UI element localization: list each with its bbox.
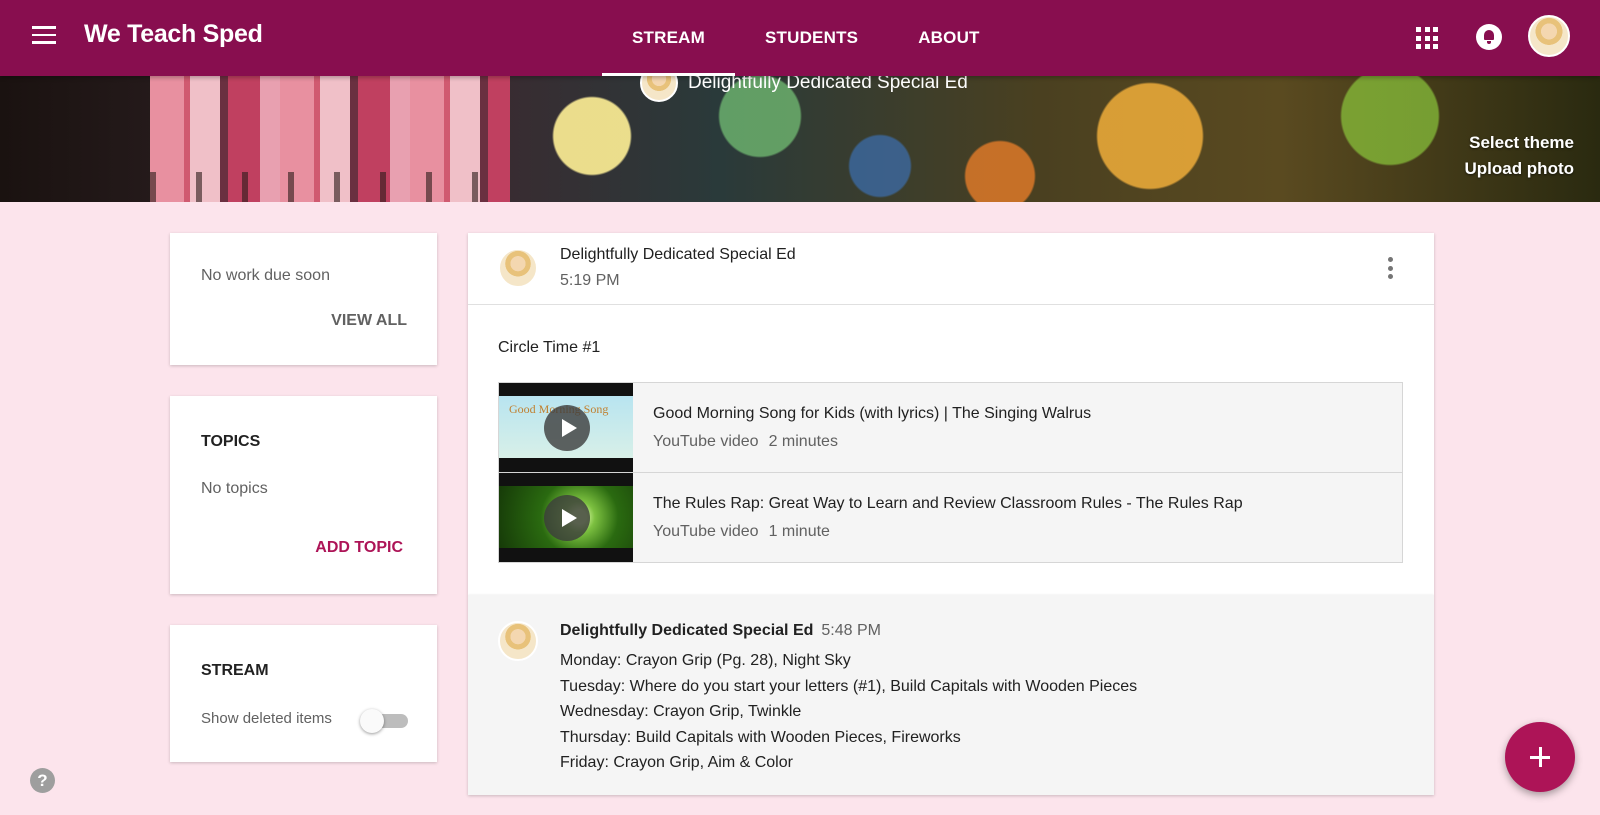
video-thumbnail [499, 383, 633, 472]
banner-links: Select theme Upload photo [1464, 130, 1574, 182]
banner-teacher-name: Delightfully Dedicated Special Ed [688, 76, 968, 93]
add-topic-button[interactable]: ADD TOPIC [315, 539, 403, 557]
post-time: 5:19 PM [560, 272, 620, 289]
no-work-due-text: No work due soon [201, 267, 330, 284]
tab-about[interactable]: ABOUT [888, 0, 1009, 76]
plus-icon[interactable] [1505, 722, 1575, 792]
bell-icon[interactable] [1476, 24, 1502, 50]
class-title[interactable]: We Teach Sped [84, 20, 263, 49]
post-author-avatar [498, 621, 538, 661]
post2-body: Monday: Crayon Grip (Pg. 28), Night Sky … [560, 648, 1137, 776]
apps-grid-icon[interactable] [1416, 27, 1438, 49]
post2-line: Friday: Crayon Grip, Aim & Color [560, 754, 793, 771]
more-vert-icon[interactable] [1388, 257, 1394, 279]
play-icon [544, 495, 590, 541]
post-author-avatar [498, 248, 538, 288]
class-banner: Delightfully Dedicated Special Ed Select… [0, 76, 1600, 202]
post-text: Circle Time #1 [498, 339, 601, 356]
post2-line: Thursday: Build Capitals with Wooden Pie… [560, 728, 961, 746]
post2-line: Tuesday: Where do you start your letters… [560, 677, 1138, 695]
toggle-knob [360, 709, 384, 733]
account-avatar[interactable] [1528, 15, 1570, 57]
topics-card: TOPICS No topics ADD TOPIC [170, 396, 437, 594]
select-theme-link[interactable]: Select theme [1464, 130, 1574, 156]
post2-author-line: Delightfully Dedicated Special Ed 5:48 PM [560, 622, 881, 640]
help-icon[interactable]: ? [30, 768, 55, 793]
attachment-title: Good Morning Song for Kids (with lyrics)… [653, 405, 1092, 422]
stream-post: Delightfully Dedicated Special Ed 5:19 P… [468, 233, 1434, 595]
no-topics-text: No topics [201, 480, 268, 497]
attachment-meta: YouTube video 2 minutes [653, 433, 838, 451]
banner-teacher-avatar [640, 76, 678, 102]
stream-post-2[interactable]: Delightfully Dedicated Special Ed 5:48 PM… [468, 595, 1434, 795]
tab-students[interactable]: STUDENTS [735, 0, 888, 76]
post2-author: Delightfully Dedicated Special Ed [560, 622, 814, 639]
post2-line: Wednesday: Crayon Grip, Twinkle [560, 703, 802, 720]
tab-stream[interactable]: STREAM [602, 0, 735, 76]
video-thumbnail [499, 473, 633, 562]
post-author: Delightfully Dedicated Special Ed [560, 246, 796, 263]
show-deleted-toggle[interactable] [360, 709, 410, 733]
upload-photo-link[interactable]: Upload photo [1464, 156, 1574, 182]
attachment-youtube-1[interactable]: Good Morning Song for Kids (with lyrics)… [498, 382, 1403, 473]
banner-teacher: Delightfully Dedicated Special Ed [640, 76, 968, 102]
stream-heading: STREAM [201, 662, 269, 679]
attachment-title: The Rules Rap: Great Way to Learn and Re… [653, 495, 1243, 512]
show-deleted-label: Show deleted items [201, 710, 332, 727]
menu-icon[interactable] [32, 26, 56, 46]
banner-pencil-tips [150, 172, 510, 202]
top-app-bar: We Teach Sped STREAM STUDENTS ABOUT [0, 0, 1600, 76]
post2-line: Monday: Crayon Grip (Pg. 28), Night Sky [560, 652, 851, 669]
post2-time: 5:48 PM [821, 622, 881, 639]
view-all-button[interactable]: VIEW ALL [331, 312, 407, 330]
tab-bar: STREAM STUDENTS ABOUT [602, 0, 1010, 76]
play-icon [544, 405, 590, 451]
attachment-type: YouTube video [653, 523, 759, 540]
attachment-type: YouTube video [653, 433, 759, 450]
attachment-youtube-2[interactable]: The Rules Rap: Great Way to Learn and Re… [498, 472, 1403, 563]
attachment-duration: 2 minutes [768, 433, 838, 450]
attachment-meta: YouTube video 1 minute [653, 523, 830, 541]
post-header: Delightfully Dedicated Special Ed 5:19 P… [468, 233, 1434, 305]
topics-heading: TOPICS [201, 433, 261, 450]
attachment-duration: 1 minute [768, 523, 830, 540]
upcoming-card: No work due soon VIEW ALL [170, 233, 437, 365]
stream-settings-card: STREAM Show deleted items [170, 625, 437, 762]
